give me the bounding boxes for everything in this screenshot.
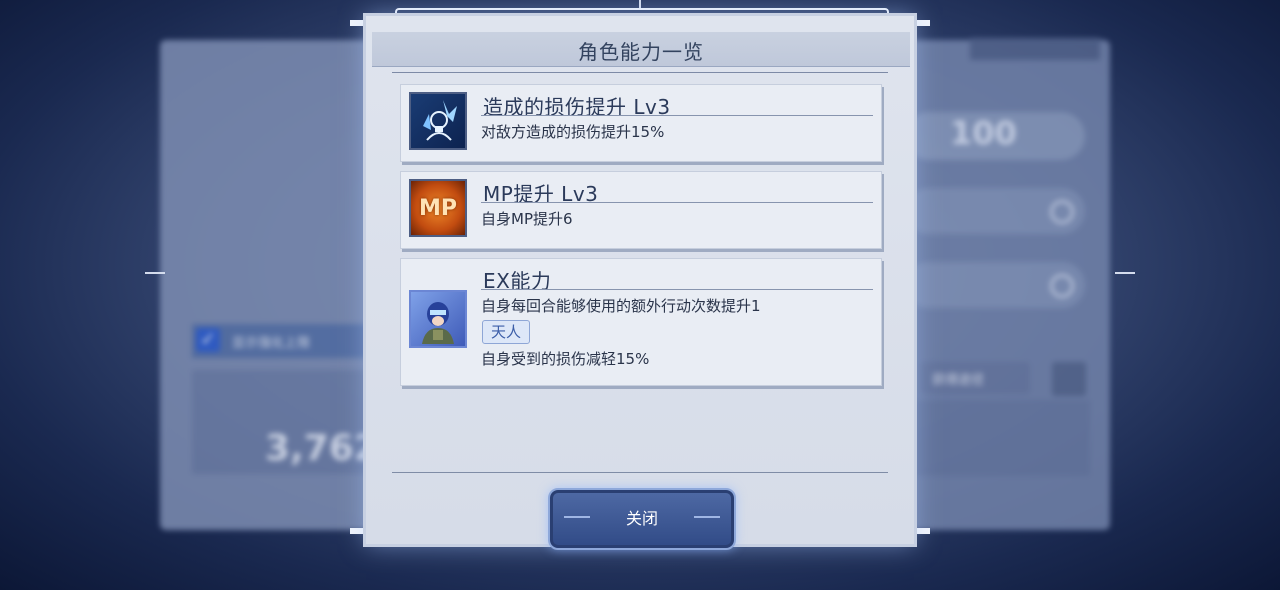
character-portrait-icon <box>409 290 467 348</box>
close-button-label: 关闭 <box>625 509 658 528</box>
tag-effect-description: 自身受到的损伤减轻15% <box>481 350 650 368</box>
bg-acquire-label: 获得途径 <box>932 373 985 388</box>
search-icon <box>1050 200 1074 224</box>
search-icon <box>1050 274 1074 298</box>
frame-corner <box>350 528 366 534</box>
frame-tick <box>145 272 165 274</box>
frame-corner <box>350 20 366 26</box>
ability-description: 对敌方造成的损伤提升15% <box>481 123 665 141</box>
ability-card: MP MP提升 Lv3 自身MP提升6 <box>400 171 882 249</box>
ability-divider <box>481 115 873 116</box>
damage-up-icon <box>409 92 467 150</box>
bg-stat-value: 100 <box>950 114 1017 152</box>
bg-top-right-bar <box>970 38 1100 60</box>
button-deco <box>564 516 590 518</box>
dialog-header: 角色能力一览 <box>372 32 910 67</box>
frame-tick <box>1115 272 1135 274</box>
bg-search-field <box>905 188 1085 234</box>
header-divider <box>392 72 888 73</box>
frame-corner <box>914 20 930 26</box>
close-button[interactable]: 关闭 <box>548 488 736 550</box>
ability-card: 造成的损伤提升 Lv3 对敌方造成的损伤提升15% <box>400 84 882 162</box>
ability-description: 自身每回合能够使用的额外行动次数提升1 <box>481 297 761 315</box>
bg-right-subpanel <box>900 400 1090 476</box>
mp-up-icon: MP <box>409 179 467 237</box>
bg-check-icon: ✓ <box>196 328 220 352</box>
trait-tag: 天人 <box>482 320 530 344</box>
mp-icon-label: MP <box>418 195 458 221</box>
bg-power-value: 3,762 <box>265 428 379 469</box>
ability-card: EX能力 自身每回合能够使用的额外行动次数提升1 自身受到的损伤减轻15% <box>400 258 882 386</box>
footer-divider <box>392 472 888 473</box>
bg-toggle-label: 显示强化上限 <box>232 336 311 351</box>
ability-description: 自身MP提升6 <box>481 210 573 228</box>
frame-corner <box>914 528 930 534</box>
dialog-title: 角色能力一览 <box>578 40 704 64</box>
button-deco <box>694 516 720 518</box>
bg-search-field <box>905 262 1085 308</box>
ability-divider <box>481 289 873 290</box>
ability-divider <box>481 202 873 203</box>
document-icon <box>1052 362 1086 396</box>
